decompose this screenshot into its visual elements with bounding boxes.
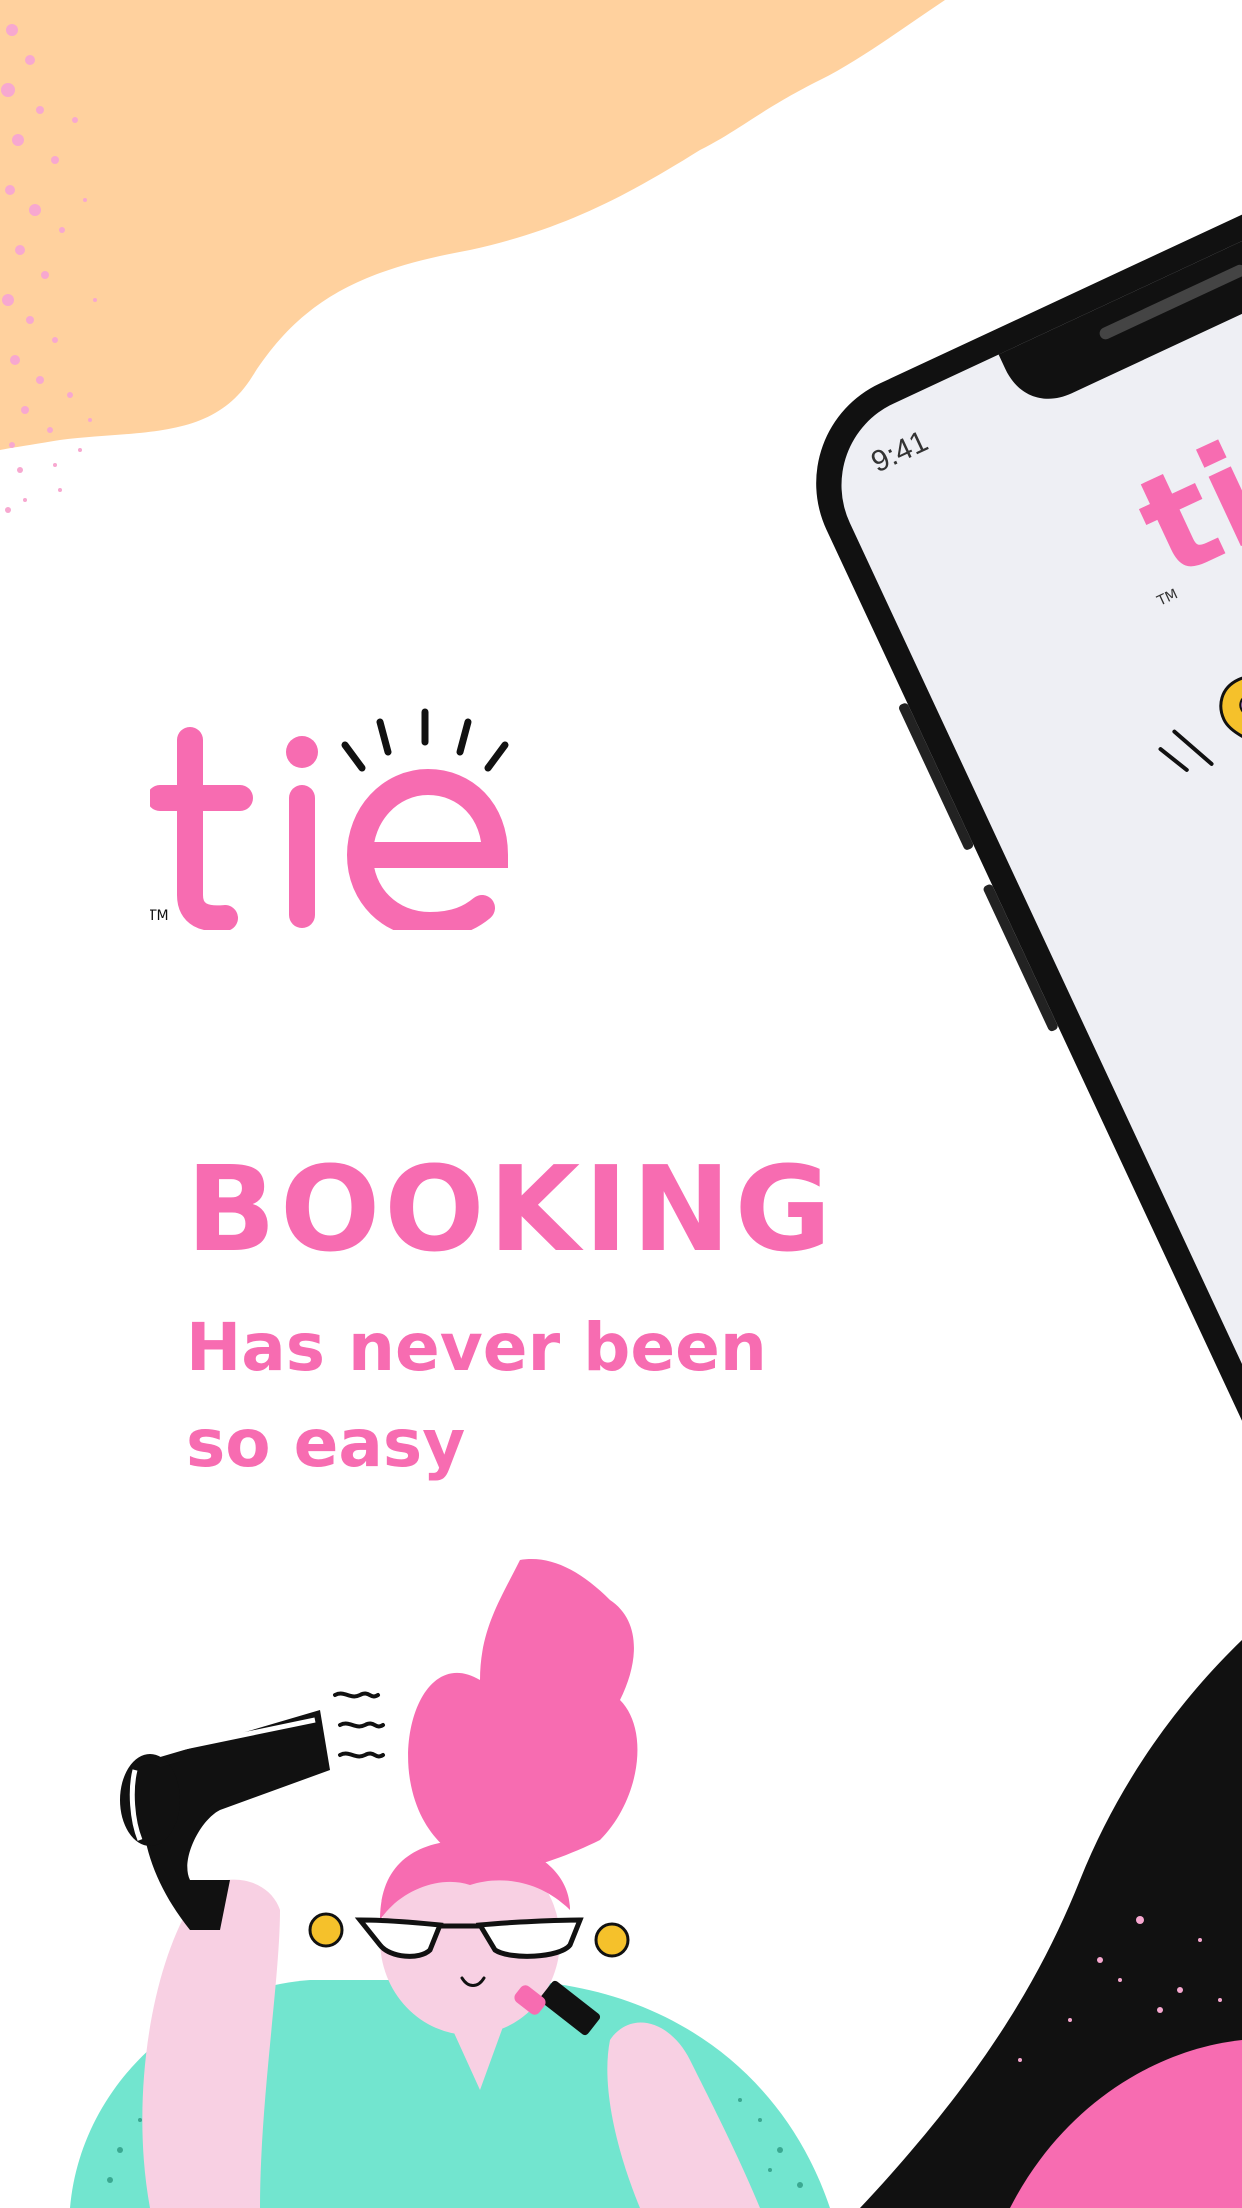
air-waves-icon bbox=[333, 1691, 385, 1759]
hair-bun bbox=[408, 1559, 638, 1873]
earring-icon bbox=[308, 1912, 344, 1948]
earring-icon bbox=[594, 1922, 630, 1958]
onboarding-screen: 9:41 ti TM TM BOOKING Has never been so … bbox=[0, 0, 1242, 2208]
hair-dryer-icon bbox=[120, 1710, 330, 1930]
character-illustration bbox=[70, 1559, 830, 2208]
